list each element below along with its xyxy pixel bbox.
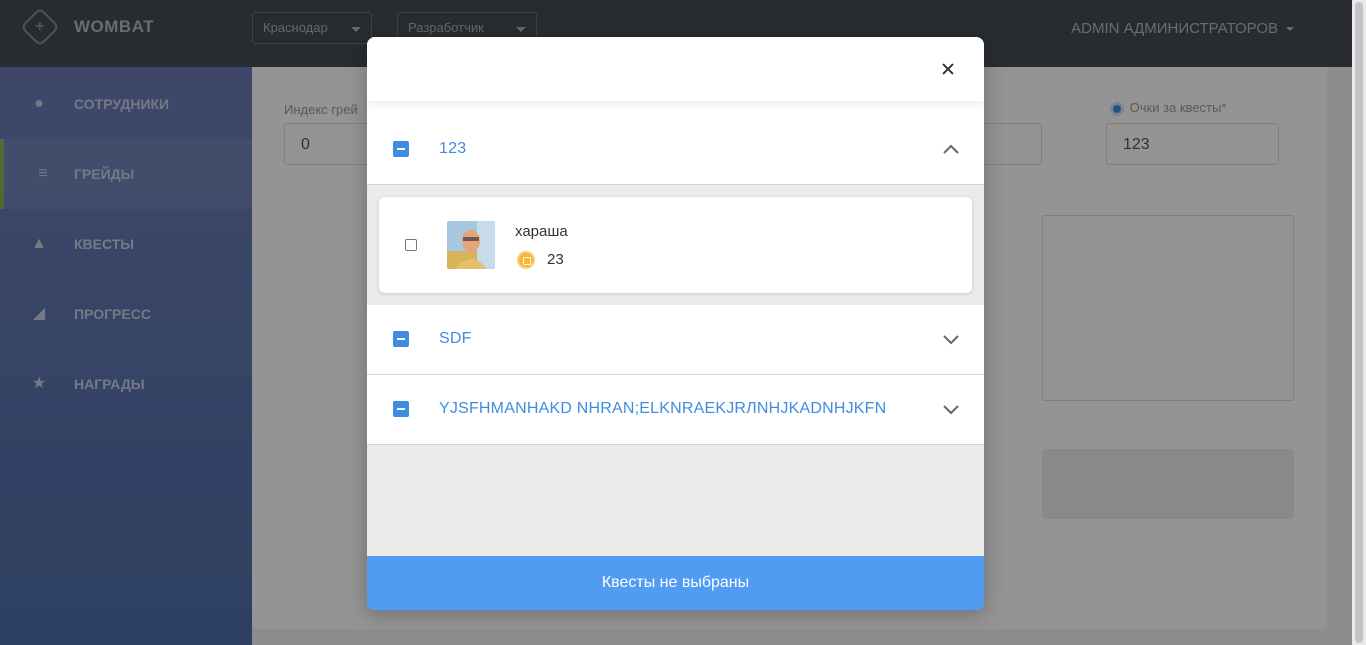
group-checkbox[interactable] <box>393 401 409 417</box>
quest-group-123[interactable]: 123 <box>367 101 984 185</box>
close-icon[interactable] <box>940 61 956 77</box>
quest-name: хараша <box>515 223 568 240</box>
quest-points: 23 <box>547 251 564 268</box>
modal-header <box>367 37 984 101</box>
quest-select-modal: 123 хараша 23 SDF YJSFHMANHAKD NHRAN;ELK… <box>367 37 984 610</box>
chevron-down-icon[interactable] <box>942 404 959 418</box>
group-title: YJSFHMANHAKD NHRAN;ELKNRAEKJRЛNHJKADNHJK… <box>439 400 887 417</box>
chevron-down-icon[interactable] <box>942 334 959 348</box>
chevron-up-icon[interactable] <box>942 143 959 157</box>
group-title: 123 <box>439 140 467 157</box>
coin-icon <box>517 251 535 269</box>
scrollbar-thumb[interactable] <box>1355 2 1363 643</box>
quest-group-sdf[interactable]: SDF <box>367 305 984 375</box>
quest-group-long[interactable]: YJSFHMANHAKD NHRAN;ELKNRAEKJRЛNHJKADNHJK… <box>367 375 984 445</box>
submit-quests-button[interactable]: Квесты не выбраны <box>367 556 984 610</box>
group-title: SDF <box>439 330 472 347</box>
quest-avatar <box>447 221 495 269</box>
quest-checkbox[interactable] <box>405 239 417 251</box>
group-checkbox[interactable] <box>393 141 409 157</box>
quest-card[interactable]: хараша 23 <box>379 197 972 293</box>
group-checkbox[interactable] <box>393 331 409 347</box>
page-scrollbar[interactable] <box>1352 0 1366 645</box>
